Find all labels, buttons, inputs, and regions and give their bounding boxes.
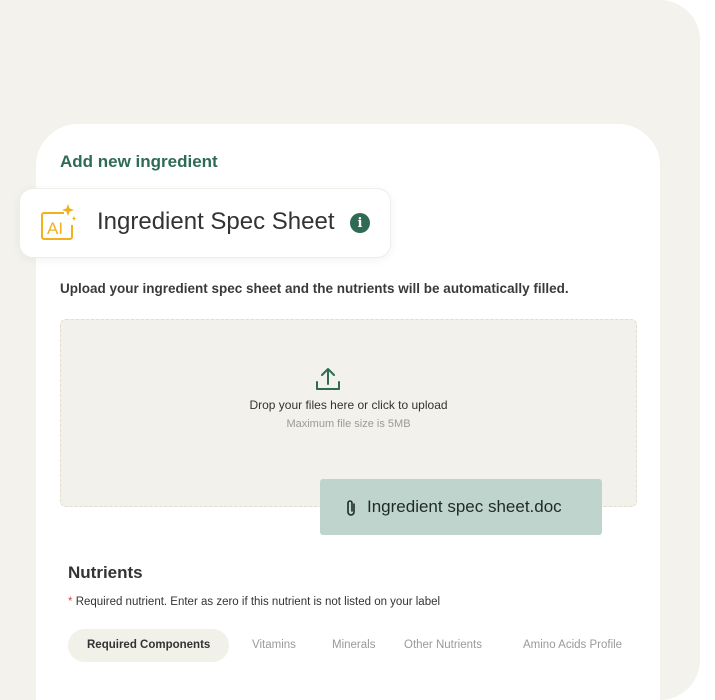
page-title: Add new ingredient bbox=[60, 152, 218, 171]
tab-amino-acids-profile[interactable]: Amino Acids Profile bbox=[523, 629, 622, 662]
info-icon[interactable]: i bbox=[350, 213, 370, 233]
tab-minerals[interactable]: Minerals bbox=[332, 629, 375, 662]
attached-file-name: Ingredient spec sheet.doc bbox=[367, 497, 562, 516]
tab-other-nutrients[interactable]: Other Nutrients bbox=[404, 629, 482, 662]
required-asterisk: * bbox=[68, 596, 73, 608]
attached-file-chip[interactable]: Ingredient spec sheet.doc bbox=[320, 479, 602, 535]
spec-sheet-description: Upload your ingredient spec sheet and th… bbox=[60, 281, 569, 296]
ai-icon-label: AI bbox=[47, 219, 63, 238]
upload-icon bbox=[316, 368, 340, 390]
tab-vitamins[interactable]: Vitamins bbox=[252, 629, 296, 662]
paperclip-icon bbox=[347, 500, 355, 516]
spec-sheet-title: Ingredient Spec Sheet bbox=[97, 208, 335, 235]
dropzone-prompt: Drop your files here or click to upload bbox=[249, 398, 448, 412]
spec-sheet-header: AI Ingredient Spec Sheet i bbox=[19, 188, 391, 258]
required-note-text: Required nutrient. Enter as zero if this… bbox=[75, 596, 441, 608]
dropzone-size-limit: Maximum file size is 5MB bbox=[286, 418, 411, 430]
tab-required-components[interactable]: Required Components bbox=[68, 629, 230, 662]
app-background: Add new ingredient AI Ingredient Spec Sh… bbox=[0, 0, 700, 700]
ai-sparkle-icon: AI bbox=[41, 204, 76, 240]
required-note: * Required nutrient. Enter as zero if th… bbox=[68, 596, 440, 608]
nutrients-title: Nutrients bbox=[68, 563, 143, 582]
